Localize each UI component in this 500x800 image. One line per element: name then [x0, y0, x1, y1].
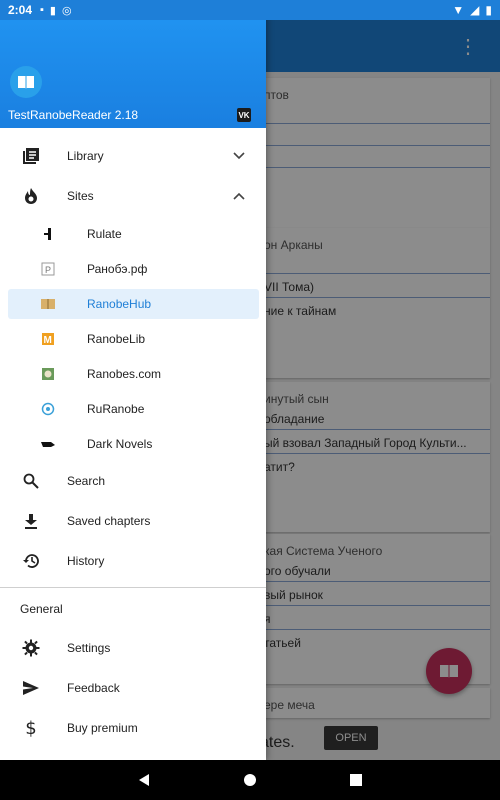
site-item-ranobelib[interactable]: M RanobeLib: [8, 324, 259, 354]
site-item-label: RuRanobe: [87, 402, 145, 416]
signal-icon: ◢: [470, 3, 480, 17]
site-item-ruranobe[interactable]: RuRanobe: [8, 394, 259, 424]
fire-icon: [20, 185, 42, 207]
notification-icon: ▪: [40, 4, 44, 16]
site-item-label: Rulate: [87, 227, 122, 241]
status-time: 2:04: [8, 3, 33, 17]
sd-card-icon: ▮: [49, 5, 56, 17]
site-item-label: Dark Novels: [87, 437, 153, 451]
drawer-item-label: History: [67, 554, 105, 568]
drawer-item-sites[interactable]: Sites: [0, 176, 266, 216]
rulate-icon: [40, 226, 56, 242]
drawer-divider: [0, 587, 266, 588]
recents-icon[interactable]: [346, 770, 366, 790]
ranobes-icon: [40, 366, 56, 382]
drawer-item-search[interactable]: Search: [0, 461, 266, 501]
site-item-label: Ранобэ.рф: [87, 262, 148, 276]
app-name: TestRanobeReader 2.18: [8, 108, 139, 122]
drawer-item-feedback[interactable]: Feedback: [0, 668, 266, 708]
drawer-item-label: Saved chapters: [67, 514, 151, 528]
site-item-rulate[interactable]: Rulate: [8, 219, 259, 249]
home-icon[interactable]: [240, 770, 260, 790]
svg-text:P: P: [45, 265, 51, 275]
drawer-item-buy-premium[interactable]: $ Buy premium: [0, 708, 266, 748]
drawer-item-library[interactable]: Library: [0, 136, 266, 176]
ruranobe-icon: [40, 401, 56, 417]
section-header-general: General: [20, 602, 63, 616]
drawer-item-settings[interactable]: Settings: [0, 628, 266, 668]
wifi-icon: ▼: [452, 3, 465, 17]
drawer-item-label: Settings: [67, 641, 111, 655]
sync-icon: ◎: [61, 5, 72, 17]
site-item-label: RanobeLib: [87, 332, 146, 346]
ranobehub-icon: [40, 296, 56, 312]
site-item-ranobes[interactable]: Ranobes.com: [8, 359, 259, 389]
dark-novels-icon: [40, 436, 56, 452]
drawer-item-label: Feedback: [67, 681, 120, 695]
back-icon[interactable]: [134, 770, 154, 790]
chevron-down-icon[interactable]: [232, 149, 246, 163]
site-item-dark-novels[interactable]: Dark Novels: [8, 429, 259, 459]
drawer-item-label: Sites: [67, 189, 94, 203]
site-item-label: Ranobes.com: [87, 367, 162, 381]
drawer-item-label: Library: [67, 149, 104, 163]
site-item-ranobehub[interactable]: RanobeHub: [8, 289, 259, 319]
status-bar: 2:04 ▪ ▮ ◎ ▼ ◢ ▮: [0, 0, 500, 20]
dollar-icon: $: [25, 717, 37, 739]
history-icon: [20, 550, 42, 572]
status-system-icons: ▼ ◢ ▮: [452, 3, 492, 17]
navigation-drawer: TestRanobeReader 2.18 VK Library Sites R…: [0, 0, 266, 760]
site-item-label: RanobeHub: [87, 297, 152, 311]
ranobelib-icon: M: [40, 331, 56, 347]
send-icon: [20, 677, 42, 699]
drawer-item-label: Buy premium: [67, 721, 138, 735]
vk-icon[interactable]: VK: [237, 108, 251, 122]
chevron-up-icon[interactable]: [232, 189, 246, 203]
system-nav-bar: [0, 760, 500, 800]
drawer-item-saved-chapters[interactable]: Saved chapters: [0, 501, 266, 541]
library-icon: [20, 145, 42, 167]
download-icon: [20, 510, 42, 532]
status-notification-icons: ▪ ▮ ◎: [40, 4, 72, 17]
app-logo-icon: [10, 66, 42, 98]
drawer-item-label: Search: [67, 474, 106, 488]
ranobe-rf-icon: P: [40, 261, 56, 277]
drawer-item-history[interactable]: History: [0, 541, 266, 581]
site-item-ranobe-rf[interactable]: P Ранобэ.рф: [8, 254, 259, 284]
gear-icon: [20, 637, 42, 659]
search-icon: [20, 470, 42, 492]
svg-text:M: M: [44, 335, 52, 346]
battery-icon: ▮: [485, 3, 492, 17]
